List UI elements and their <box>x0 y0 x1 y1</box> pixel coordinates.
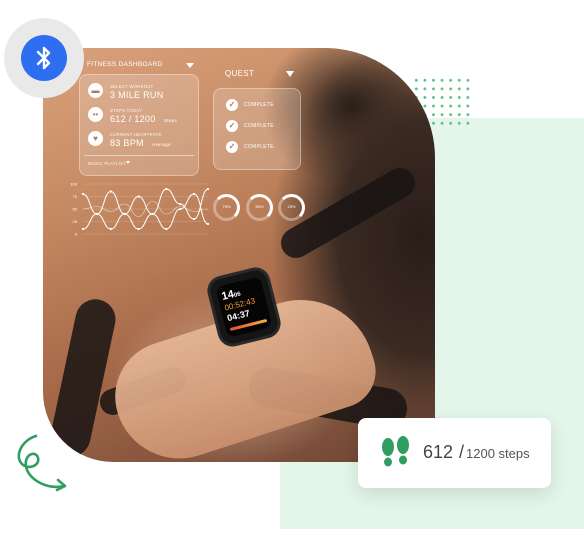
progress-ring-label: 75% <box>222 204 231 209</box>
stat-value: 83 BPM <box>110 138 144 148</box>
y-tick-label: 25 <box>73 219 78 224</box>
quest-title: QUEST <box>225 69 255 78</box>
watch-minute: 06 <box>233 291 242 299</box>
dumbbell-icon: ▬ <box>88 83 103 98</box>
checkmark-icon: ✓ <box>226 141 238 153</box>
quest-item: COMPLETE <box>244 144 274 150</box>
progress-ring: 50% <box>246 194 273 221</box>
step-separator: / <box>459 442 465 462</box>
progress-ring-label: 50% <box>255 204 264 209</box>
y-tick-label: 100 <box>70 182 77 187</box>
hero-photo: 1406 00:52:43 04:37 FITNESS DASHBOARD ▬ … <box>43 48 435 462</box>
data-point <box>179 202 182 206</box>
checkmark-icon: ✓ <box>226 99 238 111</box>
y-tick-label: 0 <box>75 232 78 237</box>
activity-line-chart: 100 75 50 25 0 <box>70 182 210 237</box>
series-line <box>82 193 209 230</box>
data-point <box>81 227 85 231</box>
heart-icon: ♥ <box>88 131 103 146</box>
smartwatch-screen: 1406 00:52:43 04:37 <box>215 276 273 338</box>
stat-label: SELECT WORKOUT <box>110 84 154 89</box>
progress-ring: 25% <box>278 194 305 221</box>
data-point <box>206 187 210 191</box>
stat-unit: Steps <box>164 118 178 123</box>
dashboard-panel: ▬ SELECT WORKOUT 3 MILE RUN •• STEPS TOD… <box>79 74 199 176</box>
data-point <box>193 217 196 221</box>
data-point <box>151 212 154 216</box>
data-point <box>137 227 140 231</box>
step-goal: 1200 steps <box>466 446 530 461</box>
playlist-label[interactable]: MUSIC PLAYLIST <box>88 161 126 166</box>
dashboard-title: FITNESS DASHBOARD <box>87 61 163 68</box>
data-point <box>137 195 140 198</box>
progress-ring: 75% <box>213 194 240 221</box>
footsteps-icon: •• <box>88 107 103 122</box>
playlist-dropdown-icon[interactable] <box>126 161 130 164</box>
stat-unit: Average <box>152 142 171 147</box>
quest-dropdown-icon[interactable] <box>286 71 294 77</box>
stat-label: STEPS TODAY <box>110 108 143 113</box>
data-point <box>206 222 210 226</box>
data-point <box>165 227 168 231</box>
stat-value: 3 MILE RUN <box>110 90 164 100</box>
divider <box>84 155 194 156</box>
stat-value: 612 / 1200 <box>110 114 156 124</box>
y-tick-label: 75 <box>73 194 78 199</box>
data-point <box>193 192 196 196</box>
checkmark-icon: ✓ <box>226 120 238 132</box>
step-count: 612 <box>423 442 454 462</box>
data-point <box>81 192 85 196</box>
data-point <box>109 190 112 193</box>
bluetooth-icon <box>36 46 51 70</box>
data-point <box>123 212 126 216</box>
quest-panel: ✓ COMPLETE ✓ COMPLETE ✓ COMPLETE <box>213 88 301 170</box>
footprints-icon <box>382 436 409 467</box>
data-point <box>165 187 168 191</box>
quest-item: COMPLETE <box>244 102 274 108</box>
bluetooth-button[interactable] <box>21 35 67 81</box>
y-tick-label: 50 <box>73 207 78 212</box>
data-point <box>109 227 112 231</box>
data-point <box>179 207 182 211</box>
progress-ring-label: 25% <box>287 204 296 209</box>
curl-arrow-decoration <box>17 434 67 492</box>
data-point <box>95 212 98 216</box>
quest-item: COMPLETE <box>244 123 274 129</box>
stat-label: CURRENT HEARTRATE <box>110 132 162 137</box>
dashboard-dropdown-icon[interactable] <box>186 63 194 68</box>
step-counter-card: 612 / 1200 steps <box>358 418 551 488</box>
